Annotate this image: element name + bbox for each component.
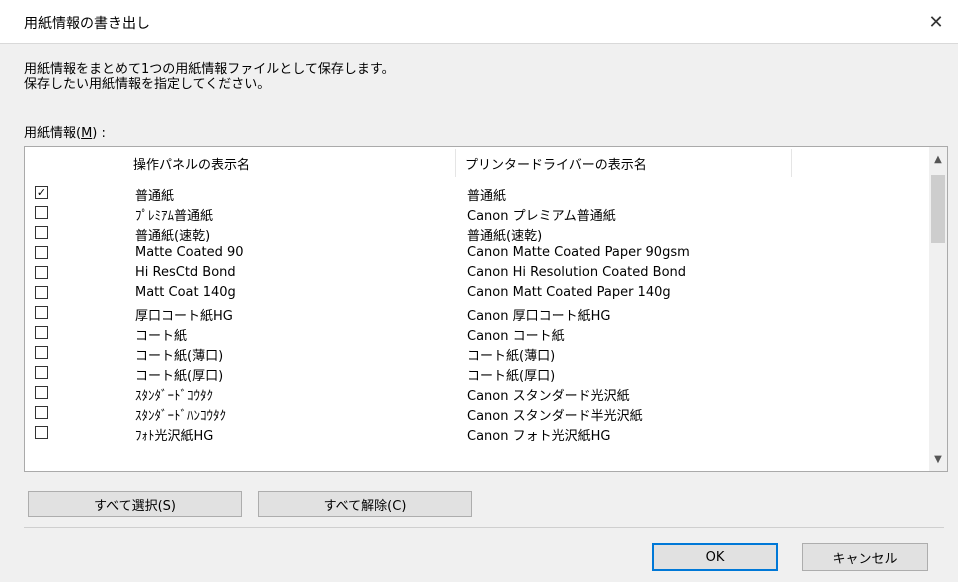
cancel-button[interactable]: キャンセル [802, 543, 928, 571]
driver-display-name: 普通紙(速乾) [467, 229, 543, 244]
row-checkbox[interactable]: ✓ [35, 186, 48, 199]
panel-display-name: Matte Coated 90 [135, 245, 244, 260]
scrollbar-thumb[interactable] [931, 175, 945, 243]
driver-display-name: Canon スタンダード光沢紙 [467, 389, 630, 404]
list-item[interactable]: Hi ResCtd Bond Canon Hi Resolution Coated… [25, 263, 929, 283]
list-item[interactable]: 普通紙(速乾) 普通紙(速乾) [25, 223, 929, 244]
list-item[interactable]: Matt Coat 140g Canon Matt Coated Paper 14… [25, 283, 929, 303]
dialog-title: 用紙情報の書き出し [24, 16, 150, 32]
driver-display-name: Canon プレミアム普通紙 [467, 209, 616, 224]
column-header-panel-name[interactable]: 操作パネルの表示名 [125, 147, 455, 179]
column-header-driver-name[interactable]: プリンタードライバーの表示名 [457, 147, 791, 179]
list-item[interactable]: ｽﾀﾝﾀﾞｰﾄﾞﾊﾝｺｳﾀｸ Canon スタンダード半光沢紙 [25, 403, 929, 424]
panel-display-name: ﾌﾟﾚﾐｱﾑ普通紙 [135, 209, 214, 224]
scroll-up-icon[interactable]: ▲ [929, 149, 947, 169]
list-item[interactable]: コート紙 Canon コート紙 [25, 323, 929, 344]
panel-display-name: コート紙(薄口) [135, 349, 224, 364]
list-label-prefix: 用紙情報( [24, 126, 82, 141]
panel-display-name: Matt Coat 140g [135, 285, 236, 300]
panel-display-name: 普通紙(速乾) [135, 229, 211, 244]
paper-info-list-label: 用紙情報(M) : [24, 122, 106, 141]
driver-display-name: コート紙(薄口) [467, 349, 556, 364]
panel-display-name: 厚口コート紙HG [135, 309, 233, 324]
list-header: 操作パネルの表示名 プリンタードライバーの表示名 [25, 147, 929, 179]
panel-display-name: ﾌｫﾄ光沢紙HG [135, 429, 214, 444]
driver-display-name: コート紙(厚口) [467, 369, 556, 384]
list-item[interactable]: ｽﾀﾝﾀﾞｰﾄﾞｺｳﾀｸ Canon スタンダード光沢紙 [25, 383, 929, 404]
list-item[interactable]: コート紙(薄口) コート紙(薄口) [25, 343, 929, 364]
driver-display-name: Canon コート紙 [467, 329, 565, 344]
list-label-accelerator: M [81, 126, 93, 141]
row-checkbox[interactable] [35, 366, 48, 379]
vertical-scrollbar[interactable]: ▲ ▼ [929, 147, 947, 471]
description-line-1: 用紙情報をまとめて1つの用紙情報ファイルとして保存します。 [24, 62, 395, 77]
list-rows: ✓ 普通紙 普通紙 ﾌﾟﾚﾐｱﾑ普通紙 Canon プレミアム普通紙 普通紙(速乾) 普通紙… [25, 183, 929, 444]
deselect-all-button[interactable]: すべて解除(C) [258, 491, 472, 517]
list-item[interactable]: ﾌﾟﾚﾐｱﾑ普通紙 Canon プレミアム普通紙 [25, 203, 929, 224]
list-item[interactable]: Matte Coated 90 Canon Matte Coated Paper … [25, 243, 929, 263]
select-all-button[interactable]: すべて選択(S) [28, 491, 242, 517]
row-checkbox[interactable] [35, 206, 48, 219]
close-icon[interactable]: ✕ [914, 0, 958, 44]
driver-display-name: 普通紙 [467, 189, 507, 204]
panel-display-name: ｽﾀﾝﾀﾞｰﾄﾞﾊﾝｺｳﾀｸ [135, 409, 226, 424]
driver-display-name: Canon Hi Resolution Coated Bond [467, 265, 687, 280]
paper-info-list[interactable]: 操作パネルの表示名 プリンタードライバーの表示名 ✓ 普通紙 普通紙 ﾌﾟﾚﾐｱﾑ普通… [24, 146, 948, 472]
panel-display-name: ｽﾀﾝﾀﾞｰﾄﾞｺｳﾀｸ [135, 389, 213, 404]
list-item[interactable]: 厚口コート紙HG Canon 厚口コート紙HG [25, 303, 929, 324]
column-divider[interactable] [791, 149, 792, 177]
driver-display-name: Canon Matt Coated Paper 140g [467, 285, 671, 300]
description: 用紙情報をまとめて1つの用紙情報ファイルとして保存します。 保存したい用紙情報を… [24, 62, 395, 92]
list-item[interactable]: コート紙(厚口) コート紙(厚口) [25, 363, 929, 384]
list-label-suffix: ) : [92, 126, 106, 141]
panel-display-name: コート紙(厚口) [135, 369, 224, 384]
list-item[interactable]: ﾌｫﾄ光沢紙HG Canon フォト光沢紙HG [25, 423, 929, 444]
panel-display-name: コート紙 [135, 329, 188, 344]
scroll-down-icon[interactable]: ▼ [929, 449, 947, 469]
description-line-2: 保存したい用紙情報を指定してください。 [24, 77, 271, 92]
list-item[interactable]: ✓ 普通紙 普通紙 [25, 183, 929, 204]
panel-display-name: Hi ResCtd Bond [135, 265, 236, 280]
row-checkbox[interactable] [35, 326, 48, 339]
row-checkbox[interactable] [35, 386, 48, 399]
panel-display-name: 普通紙 [135, 189, 175, 204]
row-checkbox[interactable] [35, 406, 48, 419]
driver-display-name: Canon Matte Coated Paper 90gsm [467, 245, 690, 260]
driver-display-name: Canon スタンダード半光沢紙 [467, 409, 643, 424]
row-checkbox[interactable] [35, 266, 48, 279]
row-checkbox[interactable] [35, 226, 48, 239]
divider [24, 527, 944, 528]
row-checkbox[interactable] [35, 306, 48, 319]
row-checkbox[interactable] [35, 346, 48, 359]
row-checkbox[interactable] [35, 246, 48, 259]
driver-display-name: Canon フォト光沢紙HG [467, 429, 611, 444]
row-checkbox[interactable] [35, 286, 48, 299]
column-divider[interactable] [455, 149, 456, 177]
row-checkbox[interactable] [35, 426, 48, 439]
ok-button[interactable]: OK [652, 543, 778, 571]
title-bar: 用紙情報の書き出し ✕ [0, 0, 958, 44]
driver-display-name: Canon 厚口コート紙HG [467, 309, 611, 324]
